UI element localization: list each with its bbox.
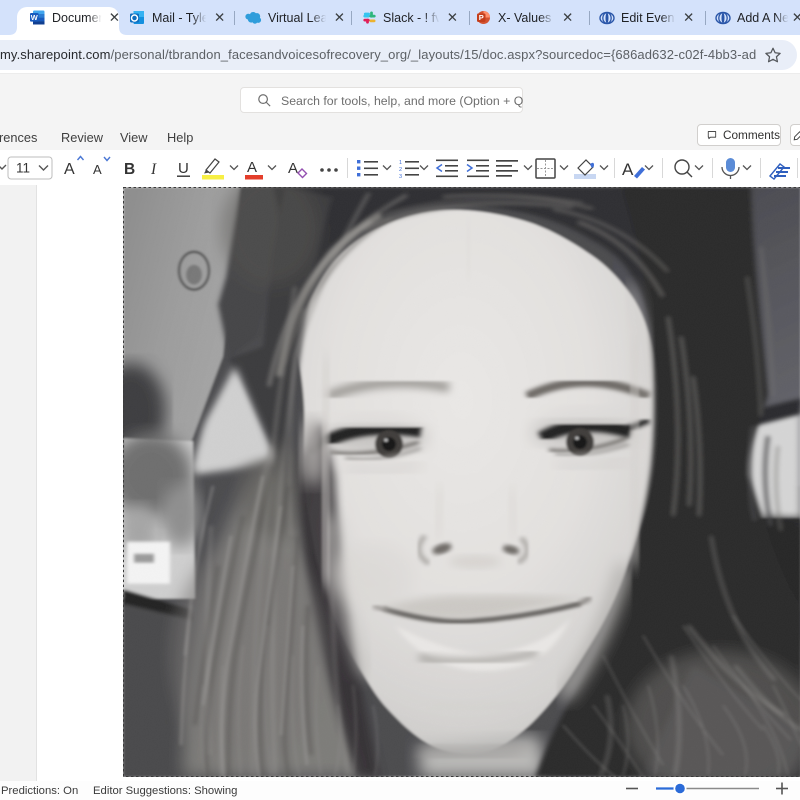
svg-text:A: A [93, 162, 102, 177]
svg-text:U: U [178, 160, 189, 177]
svg-text:B: B [124, 161, 135, 178]
svg-text:11: 11 [16, 161, 30, 176]
svg-text:W: W [31, 13, 38, 22]
svg-text:1: 1 [399, 160, 402, 166]
svg-text:I: I [150, 161, 157, 178]
svg-text:A: A [622, 160, 634, 179]
svg-text:A: A [247, 159, 257, 176]
svg-text:3: 3 [399, 174, 402, 180]
svg-text:P: P [479, 13, 484, 22]
svg-text:A: A [288, 160, 298, 177]
svg-text:A: A [64, 161, 75, 178]
svg-text:2: 2 [399, 167, 402, 173]
